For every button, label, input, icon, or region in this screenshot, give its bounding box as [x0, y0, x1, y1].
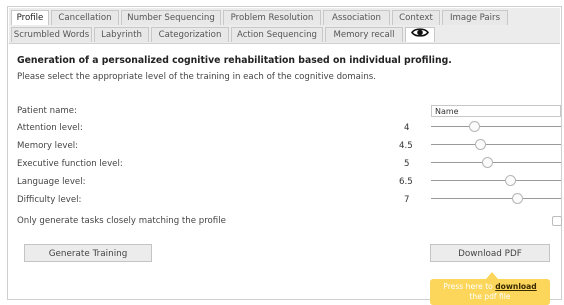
difficulty-level-value: 7 [404, 195, 410, 205]
memory-level-value: 4.5 [399, 141, 413, 151]
slider-track [431, 198, 561, 199]
match-profile-checkbox[interactable] [552, 216, 562, 226]
attention-level-slider[interactable] [431, 121, 561, 132]
language-level-label: Language level: [17, 177, 86, 187]
memory-level-label: Memory level: [17, 141, 79, 151]
slider-track [431, 126, 561, 127]
tab-association[interactable]: Association [323, 10, 390, 25]
slider-track [431, 162, 561, 163]
tab-categorization[interactable]: Categorization [151, 27, 229, 42]
generate-training-button[interactable]: Generate Training [24, 244, 152, 262]
tab-number-sequencing[interactable]: Number Sequencing [121, 10, 221, 25]
download-pdf-button[interactable]: Download PDF [430, 244, 550, 262]
attention-level-value: 4 [404, 123, 410, 133]
page-subtitle: Please select the appropriate level of t… [17, 72, 376, 82]
executive-function-level-slider[interactable] [431, 157, 561, 168]
slider-track [431, 144, 561, 145]
tab-row-1: Profile Cancellation Number Sequencing P… [11, 10, 510, 25]
tab-memory-recall[interactable]: Memory recall [325, 27, 403, 42]
executive-function-level-label: Executive function level: [17, 159, 123, 169]
tab-cancellation[interactable]: Cancellation [51, 10, 119, 25]
tab-eye[interactable] [405, 27, 435, 42]
tab-image-pairs[interactable]: Image Pairs [442, 10, 508, 25]
difficulty-level-label: Difficulty level: [17, 195, 82, 205]
patient-name-input[interactable] [431, 105, 561, 117]
tab-action-sequencing[interactable]: Action Sequencing [231, 27, 323, 42]
language-level-slider[interactable] [431, 175, 561, 186]
slider-handle[interactable] [475, 139, 487, 150]
memory-level-slider[interactable] [431, 139, 561, 150]
eye-icon [411, 27, 429, 44]
tab-profile[interactable]: Profile [11, 10, 49, 25]
page-title: Generation of a personalized cognitive r… [17, 55, 452, 66]
difficulty-level-slider[interactable] [431, 193, 561, 204]
tab-scrumbled-words[interactable]: Scrumbled Words [11, 27, 92, 42]
slider-track [431, 180, 561, 181]
tab-row-2: Scrumbled Words Labyrinth Categorization… [11, 27, 437, 42]
tooltip-text: Press here to [443, 282, 496, 291]
download-tooltip: Press here to download the pdf file [430, 272, 550, 305]
profile-panel: Generation of a personalized cognitive r… [17, 55, 562, 305]
slider-handle[interactable] [511, 193, 523, 204]
tab-labyrinth[interactable]: Labyrinth [94, 27, 149, 42]
language-level-value: 6.5 [399, 177, 413, 187]
tab-context[interactable]: Context [392, 10, 440, 25]
patient-name-label: Patient name: [17, 106, 77, 116]
app-frame: Profile Cancellation Number Sequencing P… [7, 6, 562, 305]
match-profile-label: Only generate tasks closely matching the… [17, 216, 226, 226]
slider-handle[interactable] [505, 175, 517, 186]
tab-bar: Profile Cancellation Number Sequencing P… [9, 8, 560, 44]
executive-function-level-value: 5 [404, 159, 410, 169]
slider-handle[interactable] [481, 157, 493, 168]
tooltip-download-link[interactable]: download [495, 282, 536, 291]
attention-level-label: Attention level: [17, 123, 83, 133]
tooltip-text-2: the pdf file [469, 292, 511, 301]
tab-problem-resolution[interactable]: Problem Resolution [223, 10, 321, 25]
slider-handle[interactable] [468, 121, 480, 132]
